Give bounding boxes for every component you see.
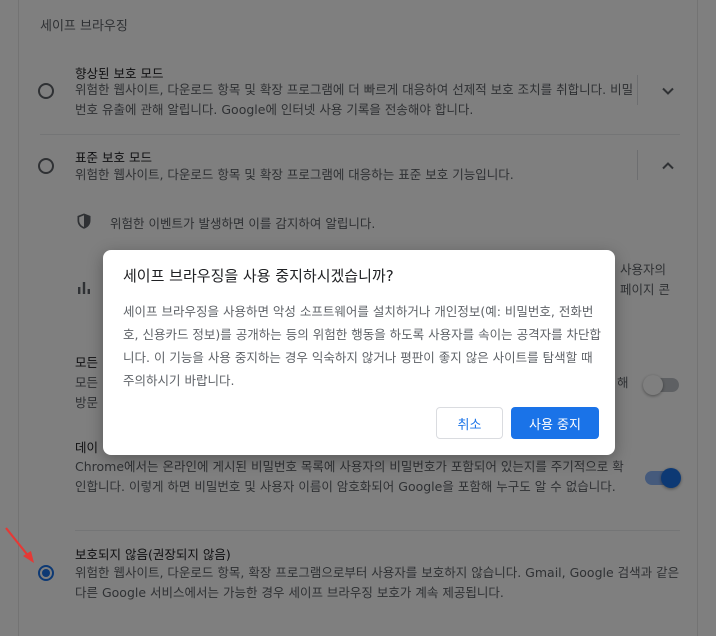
disable-safe-browsing-dialog: 세이프 브라우징을 사용 중지하시겠습니까? 세이프 브라우징을 사용하면 악성… [103, 250, 615, 455]
dialog-title: 세이프 브라우징을 사용 중지하시겠습니까? [123, 267, 394, 285]
turn-off-button[interactable]: 사용 중지 [511, 407, 599, 439]
dialog-body: 세이프 브라우징을 사용하면 악성 소프트웨어를 설치하거나 개인정보(예: 비… [123, 304, 602, 388]
red-arrow-icon [5, 527, 34, 563]
cancel-button[interactable]: 취소 [436, 407, 503, 439]
